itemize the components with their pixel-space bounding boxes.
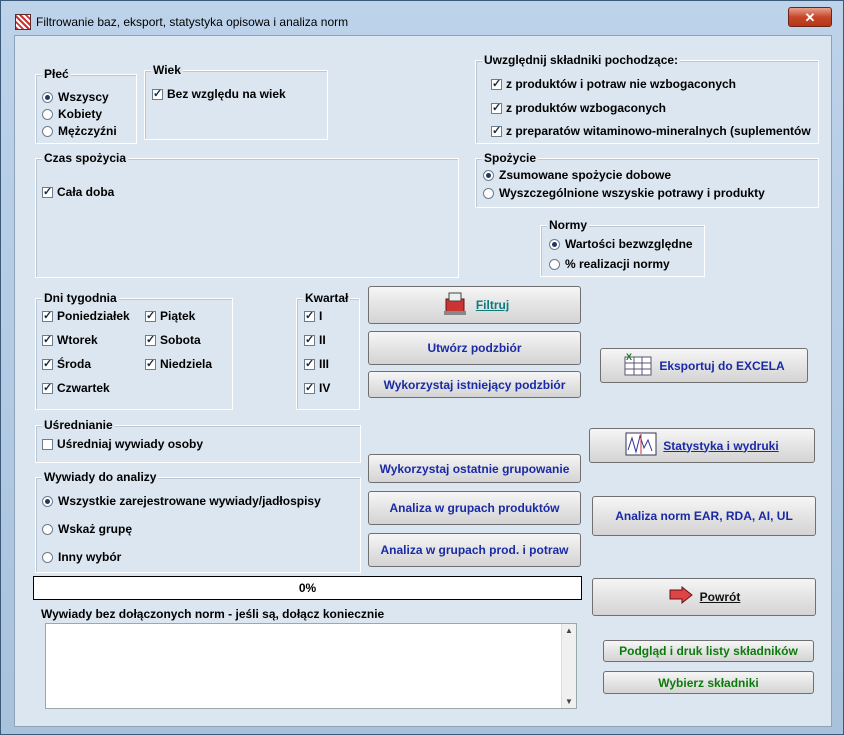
norms-option-percent[interactable]: % realizacji normy	[549, 257, 670, 271]
analysis-norms-button[interactable]: Analiza norm EAR, RDA, AI, UL	[592, 496, 816, 536]
create-subset-button[interactable]: Utwórz podzbiór	[368, 331, 581, 365]
app-icon	[15, 14, 31, 30]
gender-option-men[interactable]: Mężczyźni	[42, 124, 117, 138]
weekday-thursday[interactable]: Czwartek	[42, 381, 110, 395]
weekday-wednesday[interactable]: Środa	[42, 357, 91, 371]
chart-icon	[625, 432, 657, 459]
quarter-3[interactable]: III	[304, 357, 329, 371]
norms-legend: Normy	[547, 218, 590, 232]
gender-group: Płeć Wszyscy Kobiety Mężczyźni	[35, 67, 137, 144]
analysis-product-dish-groups-button[interactable]: Analiza w grupach prod. i potraw	[368, 533, 581, 567]
interviews-option-group[interactable]: Wskaż grupę	[42, 522, 132, 536]
age-checkbox[interactable]: Bez względu na wiek	[152, 87, 286, 101]
title-bar: Filtrowanie baz, eksport, statystyka opi…	[1, 1, 843, 31]
use-last-grouping-button[interactable]: Wykorzystaj ostatnie grupowanie	[368, 454, 581, 483]
close-button[interactable]: ✕	[788, 7, 832, 27]
select-components-button[interactable]: Wybierz składniki	[603, 671, 814, 694]
interviews-legend: Wywiady do analizy	[42, 470, 159, 484]
weekday-friday[interactable]: Piątek	[145, 309, 195, 323]
missing-norms-legend: Wywiady bez dołączonych norm - jeśli są,…	[39, 607, 387, 621]
age-legend: Wiek	[151, 63, 183, 77]
return-hand-icon	[668, 585, 694, 609]
gender-legend: Płeć	[42, 67, 71, 81]
quarter-1[interactable]: I	[304, 309, 322, 323]
filter-button[interactable]: Filtruj	[368, 286, 581, 324]
weekdays-group: Dni tygodnia Poniedziałek Wtorek Środa C…	[35, 291, 233, 410]
client-area: Płeć Wszyscy Kobiety Mężczyźni Wiek Bez …	[14, 35, 832, 727]
export-excel-button[interactable]: X Eksportuj do EXCELA	[600, 348, 808, 383]
components-group: Uwzględnij składniki pochodzące: z produ…	[475, 53, 819, 144]
intake-option-summed[interactable]: Zsumowane spożycie dobowe	[483, 168, 671, 182]
missing-norms-textarea[interactable]: ▲ ▼	[45, 623, 577, 709]
norms-group: Normy Wartości bezwzględne % realizacji …	[540, 218, 705, 277]
weekdays-legend: Dni tygodnia	[42, 291, 119, 305]
scroll-down-icon[interactable]: ▼	[565, 697, 573, 706]
preview-print-components-button[interactable]: Podgląd i druk listy składników	[603, 640, 814, 662]
quarter-4[interactable]: IV	[304, 381, 330, 395]
memo-scrollbar[interactable]: ▲ ▼	[561, 624, 576, 708]
excel-icon: X	[623, 351, 653, 380]
interviews-option-other[interactable]: Inny wybór	[42, 550, 121, 564]
analysis-product-groups-button[interactable]: Analiza w grupach produktów	[368, 491, 581, 525]
quarter-2[interactable]: II	[304, 333, 326, 347]
averaging-checkbox[interactable]: Uśredniaj wywiady osoby	[42, 437, 203, 451]
weekday-monday[interactable]: Poniedziałek	[42, 309, 130, 323]
intake-group: Spożycie Zsumowane spożycie dobowe Wyszc…	[475, 151, 819, 208]
use-existing-subset-button[interactable]: Wykorzystaj istniejący podzbiór	[368, 371, 581, 398]
intake-legend: Spożycie	[482, 151, 539, 165]
interviews-group: Wywiady do analizy Wszystkie zarejestrow…	[35, 470, 361, 573]
time-group: Czas spożycia Cała doba	[35, 151, 459, 278]
quarter-group: Kwartał I II III IV	[296, 291, 360, 410]
averaging-legend: Uśrednianie	[42, 418, 115, 432]
age-group: Wiek Bez względu na wiek	[144, 63, 328, 140]
main-window: Filtrowanie baz, eksport, statystyka opi…	[0, 0, 844, 735]
svg-text:X: X	[626, 352, 632, 362]
window-title: Filtrowanie baz, eksport, statystyka opi…	[36, 15, 349, 29]
time-checkbox-all-day[interactable]: Cała doba	[42, 185, 114, 199]
components-checkbox-supplements[interactable]: z preparatów witaminowo-mineralnych (sup…	[491, 124, 811, 138]
components-checkbox-fortified[interactable]: z produktów wzbogaconych	[491, 101, 666, 115]
norms-option-absolute[interactable]: Wartości bezwzględne	[549, 237, 693, 251]
components-checkbox-plain[interactable]: z produktów i potraw nie wzbogaconych	[491, 77, 736, 91]
components-legend: Uwzględnij składniki pochodzące:	[482, 53, 681, 67]
averaging-group: Uśrednianie Uśredniaj wywiady osoby	[35, 418, 361, 463]
weekday-sunday[interactable]: Niedziela	[145, 357, 212, 371]
scroll-up-icon[interactable]: ▲	[565, 626, 573, 635]
interviews-option-all[interactable]: Wszystkie zarejestrowane wywiady/jadłosp…	[42, 494, 321, 508]
gender-option-all[interactable]: Wszyscy	[42, 90, 109, 104]
statistics-button[interactable]: Statystyka i wydruki	[589, 428, 815, 463]
time-legend: Czas spożycia	[42, 151, 129, 165]
return-button[interactable]: Powrót	[592, 578, 816, 616]
filter-icon	[440, 289, 470, 322]
progress-bar: 0%	[33, 576, 582, 600]
gender-option-women[interactable]: Kobiety	[42, 107, 102, 121]
intake-option-detailed[interactable]: Wyszczególnione wszyskie potrawy i produ…	[483, 186, 765, 200]
weekday-saturday[interactable]: Sobota	[145, 333, 201, 347]
quarter-legend: Kwartał	[303, 291, 351, 305]
weekday-tuesday[interactable]: Wtorek	[42, 333, 98, 347]
